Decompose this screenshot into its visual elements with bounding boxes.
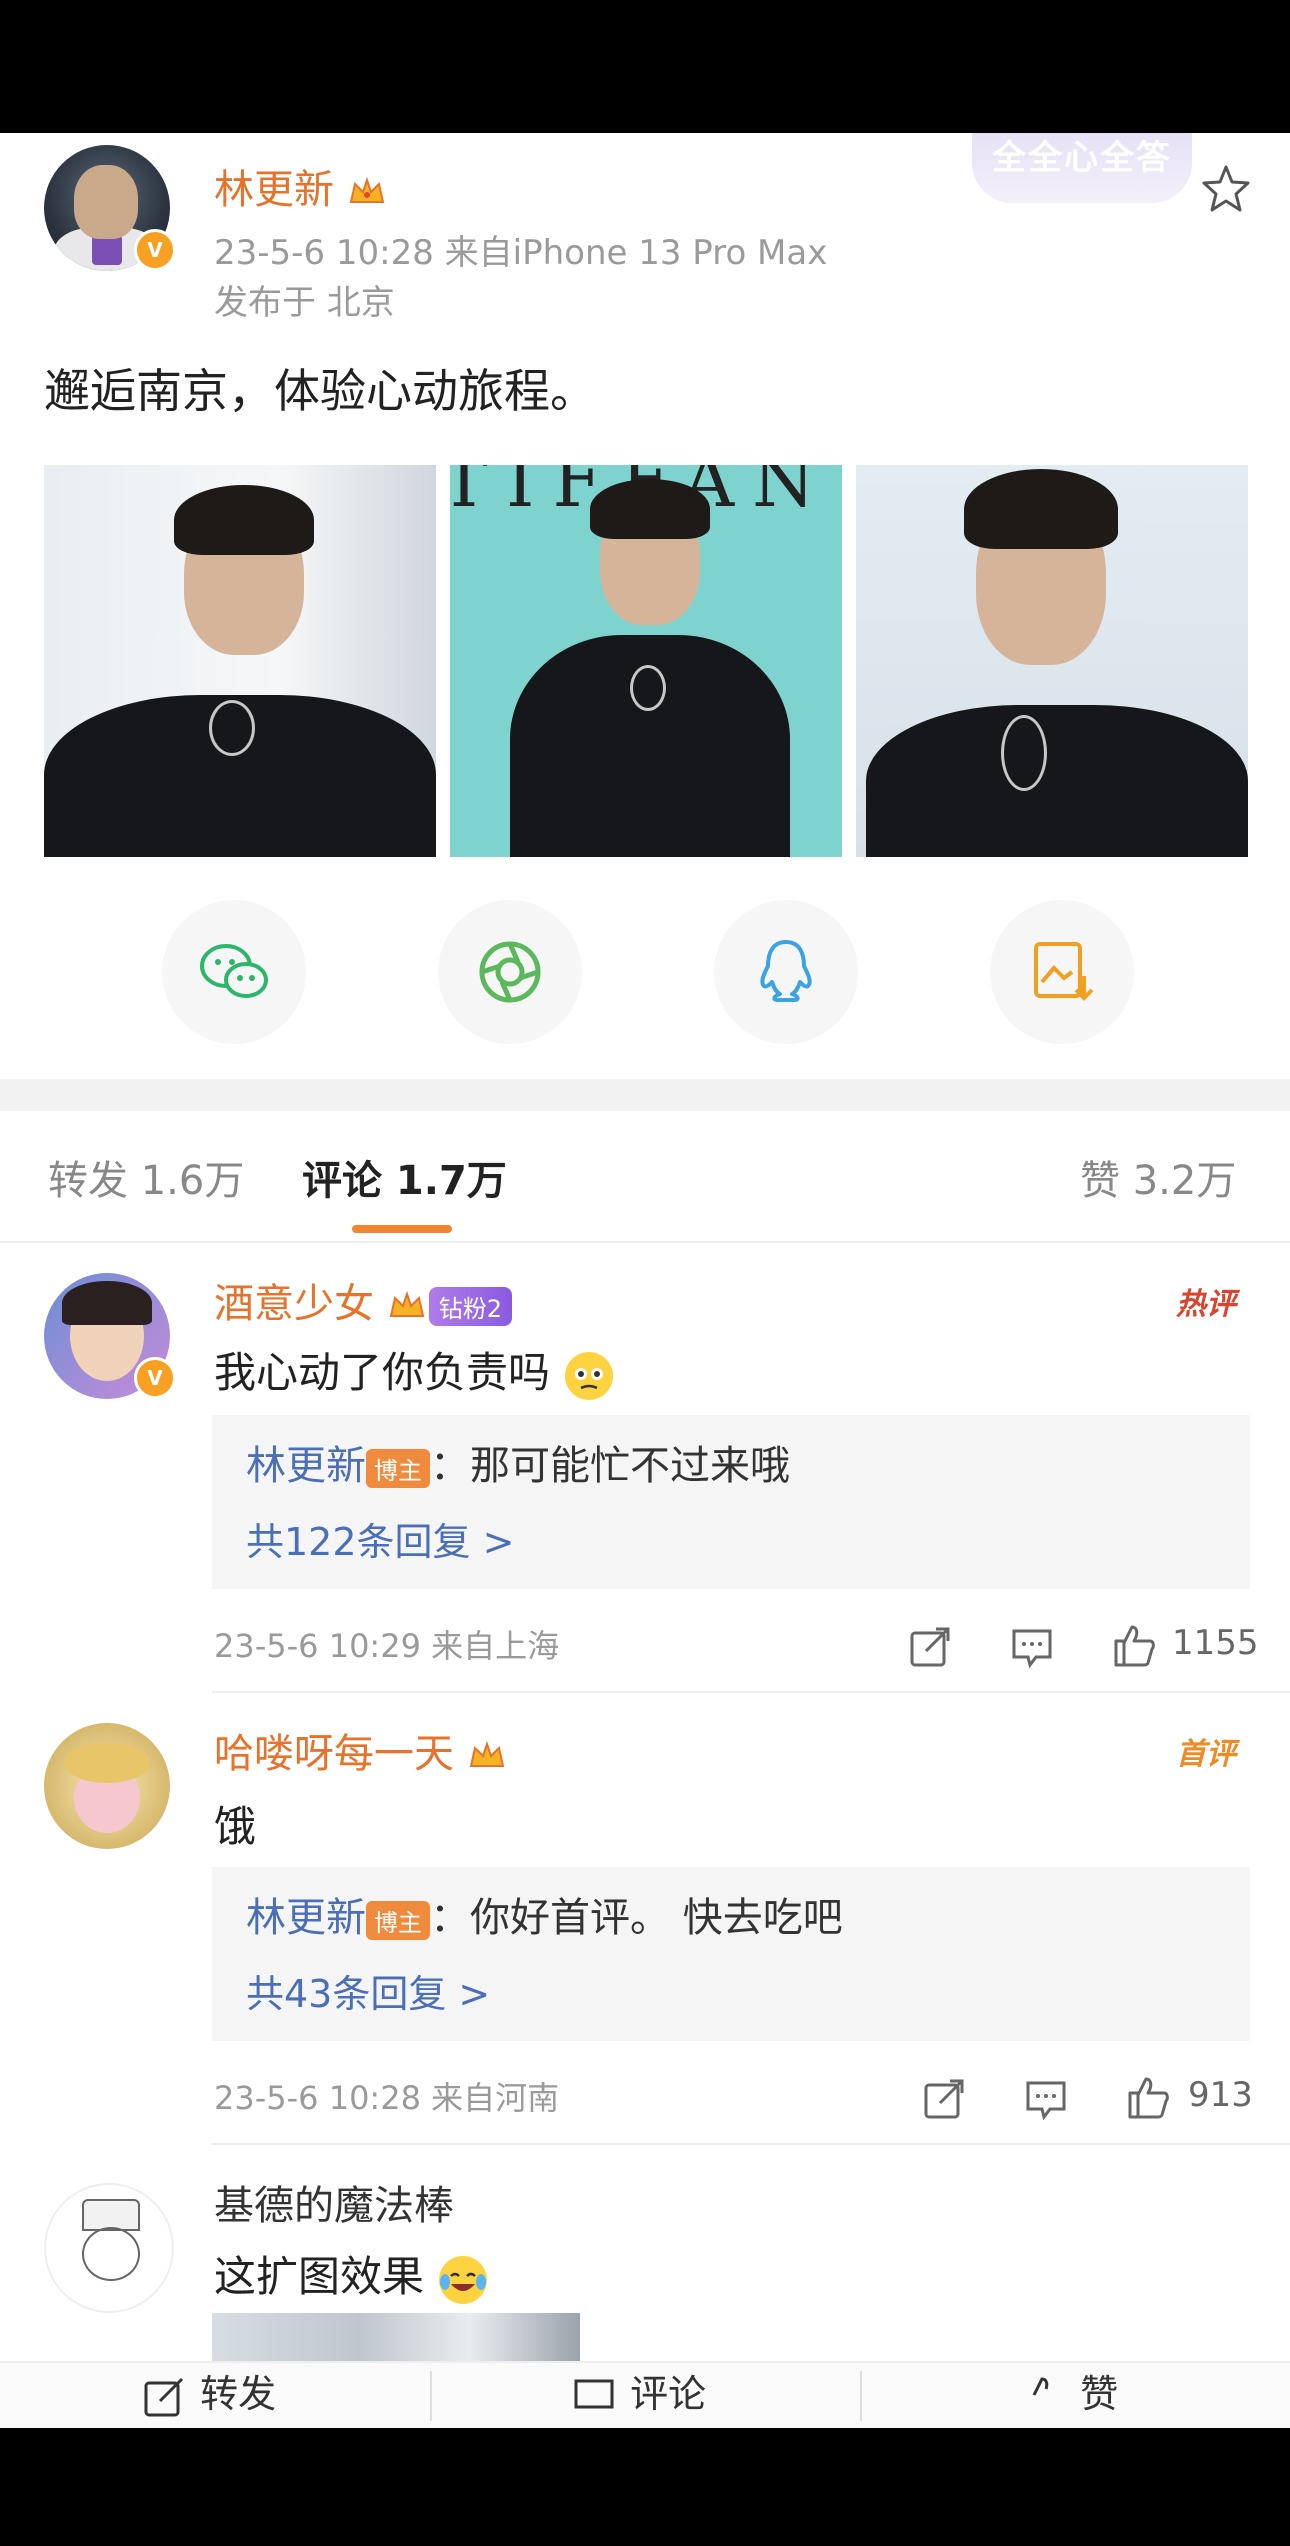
more-replies-link[interactable]: 共122条回复 > [246,1511,514,1566]
hot-comment-tag: 热评 [1176,1287,1236,1322]
bottom-separator [430,2371,432,2421]
tab-divider [0,1241,1290,1243]
bottom-like-button[interactable]: 赞 [1020,2363,1118,2421]
pleading-face-icon [565,1351,614,1400]
comment-text: 我心动了你负责吗 [214,1339,615,1402]
post-photo-3[interactable] [856,465,1248,857]
like-count: 913 [1188,2075,1253,2115]
comment-text: 饿 [214,1802,257,1851]
comment-divider [212,1691,1290,1693]
comment-avatar[interactable] [44,2183,174,2313]
qq-icon [760,940,812,1002]
post-location: 发布于 北京 [214,283,395,323]
comment-text: 这扩图效果 [214,2243,489,2306]
reply-preview[interactable]: 林更新 博主 ：你好首评。 快去吃吧 共43条回复 > [212,1867,1250,2041]
crown-icon [349,176,384,203]
share-wechat-button[interactable] [162,900,306,1044]
like-icon[interactable] [1110,1621,1158,1669]
bottom-comment-button[interactable]: 评论 [570,2363,706,2421]
comment-meta: 23-5-6 10:28 来自河南 [214,2079,560,2117]
owner-badge: 博主 [366,1448,430,1488]
reply-preview[interactable]: 林更新 博主 ：那可能忙不过来哦 共122条回复 > [212,1415,1250,1589]
repost-icon[interactable] [920,2075,968,2123]
screen: 全全心全答 V 林更新 23-5-6 10:28 来自iPhone 13 Pro… [0,133,1290,2428]
reply-author[interactable]: 林更新 [246,1895,366,1941]
post-text: 邂逅南京，体验心动旅程。 [44,364,596,418]
favorite-star-icon[interactable] [1198,161,1254,217]
bottom-comment-label: 评论 [630,2372,707,2416]
reply-text: ：那可能忙不过来哦 [430,1443,790,1489]
comment-icon[interactable] [1022,2075,1070,2123]
owner-badge: 博主 [366,1900,430,1940]
share-qq-button[interactable] [714,900,858,1044]
bottom-repost-button[interactable]: 转发 [140,2363,276,2421]
tab-comment[interactable]: 评论 1.7万 [302,1148,507,1206]
post-photo-1[interactable] [44,465,436,857]
crown-icon [389,1290,424,1317]
wechat-icon [200,944,268,998]
active-tab-indicator [352,1225,452,1233]
post-photo-2[interactable]: TIFFANY [450,465,842,857]
laughing-crying-icon [439,2255,488,2304]
post-time-source: 23-5-6 10:28 来自iPhone 13 Pro Max [214,233,828,273]
first-comment-tag: 首评 [1176,1737,1236,1772]
repost-icon[interactable] [906,1623,954,1671]
bottom-action-bar: 转发 评论 赞 [0,2361,1290,2428]
like-count: 1155 [1172,1623,1259,1663]
comment-icon[interactable] [1008,1623,1056,1671]
like-icon [1032,2376,1049,2396]
verified-badge-icon: V [134,229,176,271]
verified-badge-icon: V [134,1357,176,1399]
tab-repost[interactable]: 转发 1.6万 [48,1148,244,1206]
reply-author[interactable]: 林更新 [246,1443,366,1489]
like-icon[interactable] [1124,2073,1172,2121]
comment-icon [574,2379,614,2408]
save-image-button[interactable] [990,900,1134,1044]
share-moments-button[interactable] [438,900,582,1044]
section-divider [0,1079,1290,1111]
moments-icon [479,941,541,1003]
bottom-repost-label: 转发 [200,2372,277,2416]
repost-icon [144,2377,184,2416]
crown-icon [469,1740,504,1767]
decorative-sticker: 全全心全答 [972,133,1192,203]
fan-badge: 钻粉2 [428,1286,512,1326]
reply-line: 林更新 博主 ：你好首评。 快去吃吧 [246,1885,843,1943]
tab-like[interactable]: 赞 3.2万 [1080,1148,1236,1206]
comment-avatar[interactable] [44,1723,170,1849]
comment-author[interactable]: 基德的魔法棒 [214,2173,454,2231]
comment-meta: 23-5-6 10:29 来自上海 [214,1627,560,1665]
comment-divider [212,2143,1290,2145]
more-replies-link[interactable]: 共43条回复 > [246,1963,490,2018]
comment-author[interactable]: 哈喽呀每一天 [214,1721,507,1779]
reply-text: ：你好首评。 快去吃吧 [430,1895,843,1941]
author-name[interactable]: 林更新 [214,157,387,215]
bottom-separator [860,2371,862,2421]
comment-author[interactable]: 酒意少女 钻粉2 [214,1271,512,1329]
reply-line: 林更新 博主 ：那可能忙不过来哦 [246,1433,790,1491]
save-image-icon [1034,942,1094,1001]
bottom-like-label: 赞 [1080,2372,1119,2416]
